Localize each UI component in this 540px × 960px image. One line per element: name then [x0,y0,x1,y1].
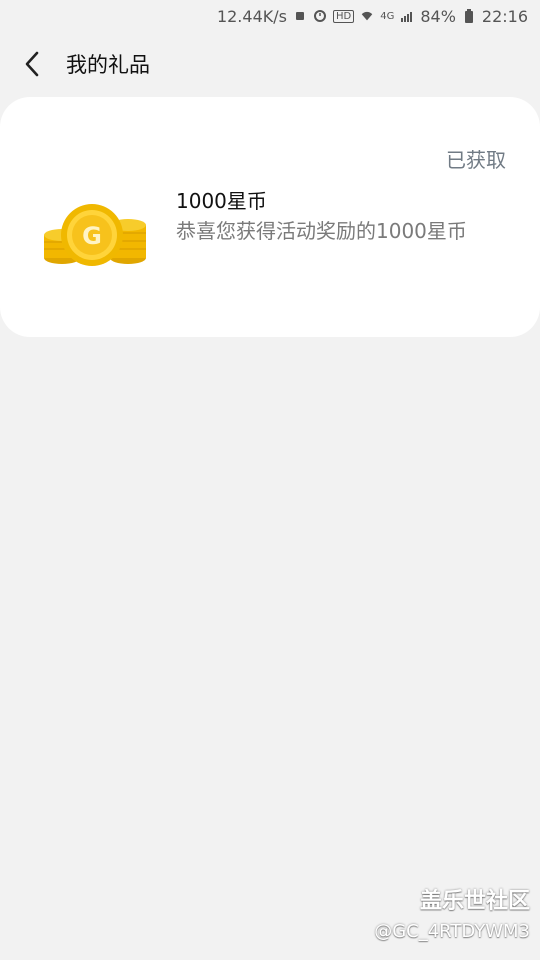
wifi-icon [360,9,374,23]
gift-description: 恭喜您获得活动奖励的1000星币 [176,219,467,243]
gift-card[interactable]: 已获取 G 1000星币 恭喜您获得活动奖励的1000星币 [0,97,540,337]
back-button[interactable] [0,34,64,94]
coin-icon: G [44,204,146,266]
gift-status: 已获取 [446,148,506,172]
network-speed: 12.44K/s [216,6,287,26]
status-bar: 12.44K/s HD 4G 84% 22:16 [0,0,540,32]
alarm-icon [313,9,327,23]
watermark-user: @GC_4RTDYWM3 [374,921,530,942]
watermark: 盖乐世社区 @GC_4RTDYWM3 [374,883,530,942]
page-title: 我的礼品 [66,53,150,77]
gift-title: 1000星币 [176,189,267,213]
notification-icon [293,9,307,23]
watermark-brand: 盖乐世社区 [419,889,530,914]
coin-letter: G [82,222,102,250]
battery-icon [462,9,476,23]
signal-label: 4G [380,10,395,22]
clock: 22:16 [481,6,528,26]
chevron-left-icon [25,51,39,77]
signal-icon [400,9,414,23]
battery-percent: 84% [420,6,456,26]
header: 我的礼品 [0,34,540,94]
hd-badge: HD [332,9,355,23]
